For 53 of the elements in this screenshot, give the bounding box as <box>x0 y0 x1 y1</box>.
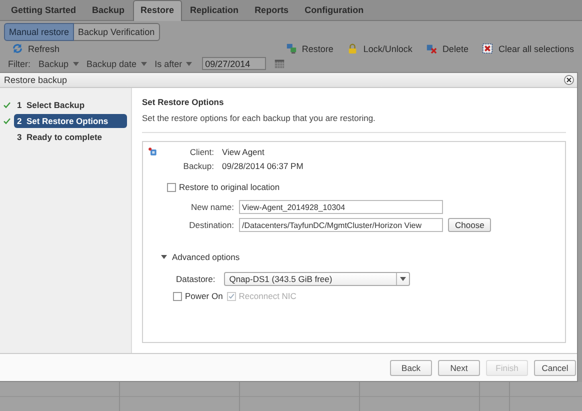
sub-tab[interactable]: Backup Verification <box>74 23 160 41</box>
computers-icon <box>286 43 297 54</box>
calendar-icon <box>274 58 286 69</box>
dialog-button[interactable]: Next <box>438 360 480 376</box>
checkbox-label[interactable]: Restore to original location <box>179 182 280 192</box>
destination-field[interactable]: /Datacenters/TayfunDC/MgmtCluster/Horizon View <box>239 218 443 232</box>
tab[interactable]: Configuration <box>296 0 372 20</box>
name-field[interactable]: View-Agent_2014928_10304 <box>239 200 443 214</box>
filter-dropdown[interactable]: Backup date <box>86 58 147 68</box>
field-label: Destination: <box>189 220 234 230</box>
toolbar-button[interactable]: Restore <box>286 43 334 54</box>
tab[interactable]: Replication <box>182 0 247 20</box>
clear-icon <box>482 43 494 54</box>
advanced-options-toggle[interactable]: Advanced options <box>161 252 240 262</box>
checkbox-label: Reconnect NIC <box>238 291 296 301</box>
dialog-button[interactable]: Cancel <box>534 360 576 376</box>
wizard-step[interactable]: 2 Set Restore Options <box>14 114 127 128</box>
vm-icon <box>148 147 158 157</box>
field-label: Backup: <box>182 161 214 171</box>
field-label: Client: <box>188 147 214 157</box>
filter-dropdown[interactable]: Backup <box>38 58 79 68</box>
checkbox[interactable] <box>173 292 182 300</box>
lock-icon <box>347 43 358 54</box>
close-button[interactable] <box>564 75 574 85</box>
filter-dropdown[interactable]: Is after <box>154 58 192 68</box>
filter-label: Filter: <box>8 58 30 68</box>
tab[interactable]: Getting Started <box>3 0 84 20</box>
delete-icon <box>426 43 438 54</box>
section-heading: Set Restore Options <box>142 97 224 107</box>
toolbar-button[interactable]: Refresh <box>12 43 60 54</box>
field-label: Datastore: <box>176 274 216 284</box>
section-description: Set the restore options for each backup that you are restoring. <box>142 113 566 133</box>
checkbox[interactable] <box>167 182 176 192</box>
disabled-button: Finish <box>486 360 528 376</box>
field-value: View Agent <box>222 147 266 157</box>
tab[interactable]: Backup <box>84 0 133 20</box>
dialog-button[interactable]: Back <box>390 360 432 376</box>
field-value: 09/28/2014 06:37 PM <box>222 161 304 171</box>
sub-tab[interactable]: Manual restore <box>4 23 74 41</box>
date-field[interactable]: 09/27/2014 <box>202 57 266 70</box>
choose-button[interactable]: Choose <box>448 218 492 232</box>
wizard-step[interactable]: 1 Select Backup <box>14 98 127 112</box>
tab[interactable]: Reports <box>246 0 297 20</box>
dialog-title: Restore backup <box>4 75 68 85</box>
tab[interactable]: Restore <box>132 0 182 21</box>
refresh-icon <box>12 43 23 54</box>
toolbar-button[interactable]: Clear all selections <box>482 43 574 54</box>
checkbox-label[interactable]: Power On <box>185 291 223 301</box>
toolbar-button[interactable]: Lock/Unlock <box>347 43 412 54</box>
datastore-dropdown[interactable]: Qnap-DS1 (343.5 GiB free) <box>224 272 410 286</box>
wizard-step[interactable]: 3 Ready to complete <box>14 130 127 144</box>
toolbar-button[interactable]: Delete <box>426 43 468 54</box>
field-label: New name: <box>191 202 234 212</box>
